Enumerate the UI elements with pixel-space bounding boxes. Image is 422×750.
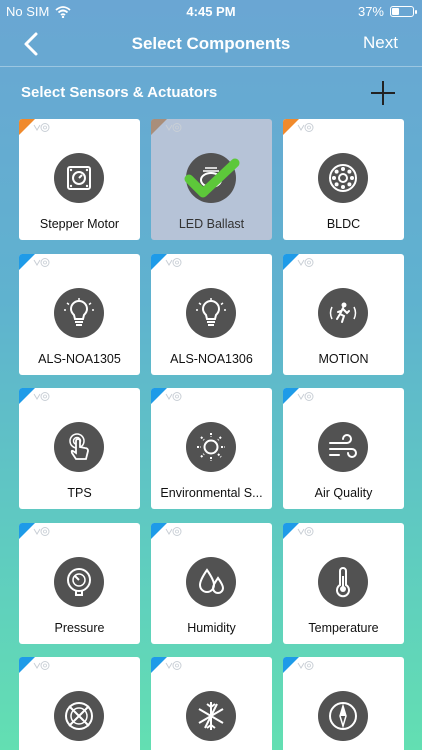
wind-icon [329, 434, 357, 458]
component-icon-wrap [186, 556, 236, 607]
bldc-icon [329, 164, 357, 192]
board-mark-icon [165, 526, 182, 536]
board-mark-icon [297, 257, 314, 267]
board-mark-icon [33, 123, 50, 132]
component-label: Environmental S... [160, 486, 263, 500]
component-icon-wrap [318, 691, 368, 741]
component-card[interactable] [151, 657, 272, 750]
component-icon-wrap [186, 422, 236, 472]
component-icon-wrap [54, 422, 104, 472]
board-mark-icon [33, 661, 50, 670]
component-card[interactable]: Environmental S... [151, 388, 272, 509]
component-icon-wrap [318, 287, 368, 338]
snowflake-icon [198, 702, 224, 730]
component-icon-wrap [54, 556, 104, 607]
board-mark-icon [297, 661, 314, 670]
battery-icon [390, 6, 417, 17]
component-icon-wrap [318, 422, 368, 472]
fan-off-icon [65, 702, 93, 730]
board-mark-icon [297, 526, 314, 536]
component-icon-wrap [186, 691, 236, 741]
component-card[interactable] [283, 657, 404, 750]
board-mark-icon [297, 392, 314, 401]
component-label: TPS [67, 486, 92, 500]
board-mark-icon [33, 392, 50, 401]
component-label: Temperature [308, 620, 379, 635]
humidity-icon [198, 567, 225, 594]
component-card[interactable]: Air Quality [283, 388, 404, 509]
component-card[interactable]: Humidity [151, 522, 272, 644]
bulb-icon [196, 297, 226, 326]
component-label: ALS-NOA1306 [170, 351, 253, 366]
checkmark-icon [184, 158, 240, 198]
component-label: ALS-NOA1305 [38, 351, 121, 366]
component-card[interactable]: Pressure [19, 522, 140, 644]
component-card[interactable]: BLDC [283, 119, 404, 240]
battery-percent: 37% [357, 4, 384, 19]
component-label: BLDC [326, 217, 361, 231]
component-card[interactable]: ALS-NOA1306 [151, 253, 272, 375]
touch-icon [69, 433, 89, 460]
component-card[interactable]: MOTION [283, 253, 404, 375]
component-icon-wrap [318, 153, 368, 203]
plus-icon [371, 81, 395, 105]
status-right: 37% [357, 4, 417, 19]
component-label: Humidity [187, 620, 236, 635]
component-icon-wrap [186, 287, 236, 338]
status-bar: No SIM 4:45 PM 37% [0, 0, 422, 22]
component-label: Stepper Motor [39, 217, 120, 231]
board-mark-icon [165, 123, 182, 132]
navigation-bar: Select Components Next [0, 22, 422, 66]
component-label: MOTION [318, 351, 369, 366]
stepper-motor-icon [67, 166, 91, 190]
section-title: Select Sensors & Actuators [21, 84, 218, 101]
component-label: Air Quality [314, 486, 373, 500]
component-card[interactable]: LED Ballast [151, 119, 272, 240]
thermometer-icon [336, 566, 350, 597]
component-card[interactable]: TPS [19, 388, 140, 509]
board-mark-icon [297, 123, 314, 132]
battery-fill [392, 8, 400, 15]
add-component-button[interactable] [370, 80, 396, 106]
pressure-gauge-icon [67, 567, 91, 596]
page-title: Select Components [131, 34, 291, 53]
board-mark-icon [33, 257, 50, 267]
compass-icon [329, 702, 357, 730]
header-divider [0, 66, 422, 67]
component-icon-wrap [54, 287, 104, 338]
motion-icon [329, 302, 357, 323]
component-label: Pressure [54, 620, 105, 635]
component-card[interactable] [19, 657, 140, 750]
component-label: LED Ballast [178, 217, 245, 231]
component-card[interactable]: ALS-NOA1305 [19, 253, 140, 375]
component-card[interactable]: Stepper Motor [19, 119, 140, 240]
component-card[interactable]: Temperature [283, 522, 404, 644]
next-button[interactable]: Next [363, 33, 398, 53]
component-icon-wrap [54, 691, 104, 741]
bulb-icon [64, 297, 94, 326]
board-mark-icon [33, 526, 50, 536]
sun-icon [197, 433, 225, 461]
board-mark-icon [165, 257, 182, 267]
board-mark-icon [165, 661, 182, 670]
board-mark-icon [165, 392, 182, 401]
component-icon-wrap [54, 153, 104, 203]
component-icon-wrap [318, 556, 368, 607]
